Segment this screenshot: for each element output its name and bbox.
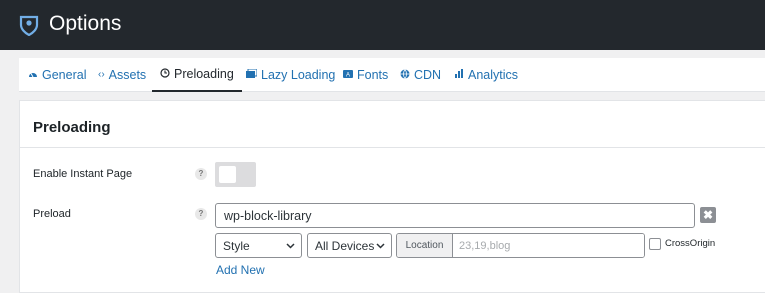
crossorigin-checkbox[interactable] <box>649 238 661 250</box>
preload-handle-value: wp-block-library <box>224 208 312 223</box>
tab-preloading[interactable]: Preloading <box>152 58 242 92</box>
images-icon <box>246 68 258 82</box>
section-title: Preloading <box>33 119 111 136</box>
tab-assets[interactable]: ‹› Assets <box>98 58 146 92</box>
tab-general[interactable]: General <box>28 58 86 92</box>
tab-label: Preloading <box>174 67 234 81</box>
chevron-down-icon <box>376 243 385 249</box>
code-icon: ‹› <box>98 69 105 80</box>
instant-page-label: Enable Instant Page <box>33 168 133 180</box>
app-title: Options <box>49 12 122 35</box>
tab-fonts[interactable]: A Fonts <box>343 58 388 92</box>
location-field: Location <box>396 233 645 258</box>
device-select-value: All Devices <box>315 238 375 253</box>
preloading-panel: Preloading Enable Instant Page ? Preload… <box>19 100 765 293</box>
tab-label: General <box>42 68 87 82</box>
top-bar: Options <box>0 0 765 50</box>
tab-label: Fonts <box>357 68 389 82</box>
location-input[interactable] <box>453 234 644 257</box>
toggle-knob <box>219 166 236 183</box>
tab-label: Assets <box>108 68 147 82</box>
chart-bars-icon <box>454 68 464 82</box>
tab-label: Analytics <box>468 68 519 82</box>
add-new-link[interactable]: Add New <box>216 263 265 277</box>
clock-icon <box>160 67 170 81</box>
type-select-value: Style <box>223 238 250 253</box>
chevron-down-icon <box>286 243 295 249</box>
help-icon[interactable]: ? <box>195 168 207 180</box>
instant-page-toggle[interactable] <box>215 162 256 187</box>
divider <box>20 147 765 148</box>
fonts-icon: A <box>343 69 353 82</box>
crossorigin-label: CrossOrigin <box>665 238 716 249</box>
tab-analytics[interactable]: Analytics <box>454 58 518 92</box>
type-select[interactable]: Style <box>215 233 302 258</box>
device-select[interactable]: All Devices <box>307 233 392 258</box>
preload-label: Preload <box>33 208 71 220</box>
help-icon[interactable]: ? <box>195 208 207 220</box>
remove-icon[interactable]: ✖ <box>700 207 716 223</box>
dashboard-icon <box>28 69 38 82</box>
tab-label: Lazy Loading <box>261 68 336 82</box>
tab-cdn[interactable]: CDN <box>400 58 441 92</box>
preload-handle-input[interactable]: wp-block-library <box>215 203 695 228</box>
tab-lazy-loading[interactable]: Lazy Loading <box>246 58 335 92</box>
svg-text:A: A <box>346 72 350 78</box>
tab-bar: General ‹› Assets Preloading Lazy Loadin… <box>19 58 765 92</box>
globe-icon <box>400 68 410 82</box>
location-prefix: Location <box>397 234 453 257</box>
tab-label: CDN <box>414 68 442 82</box>
pin-shield-icon <box>19 15 39 36</box>
